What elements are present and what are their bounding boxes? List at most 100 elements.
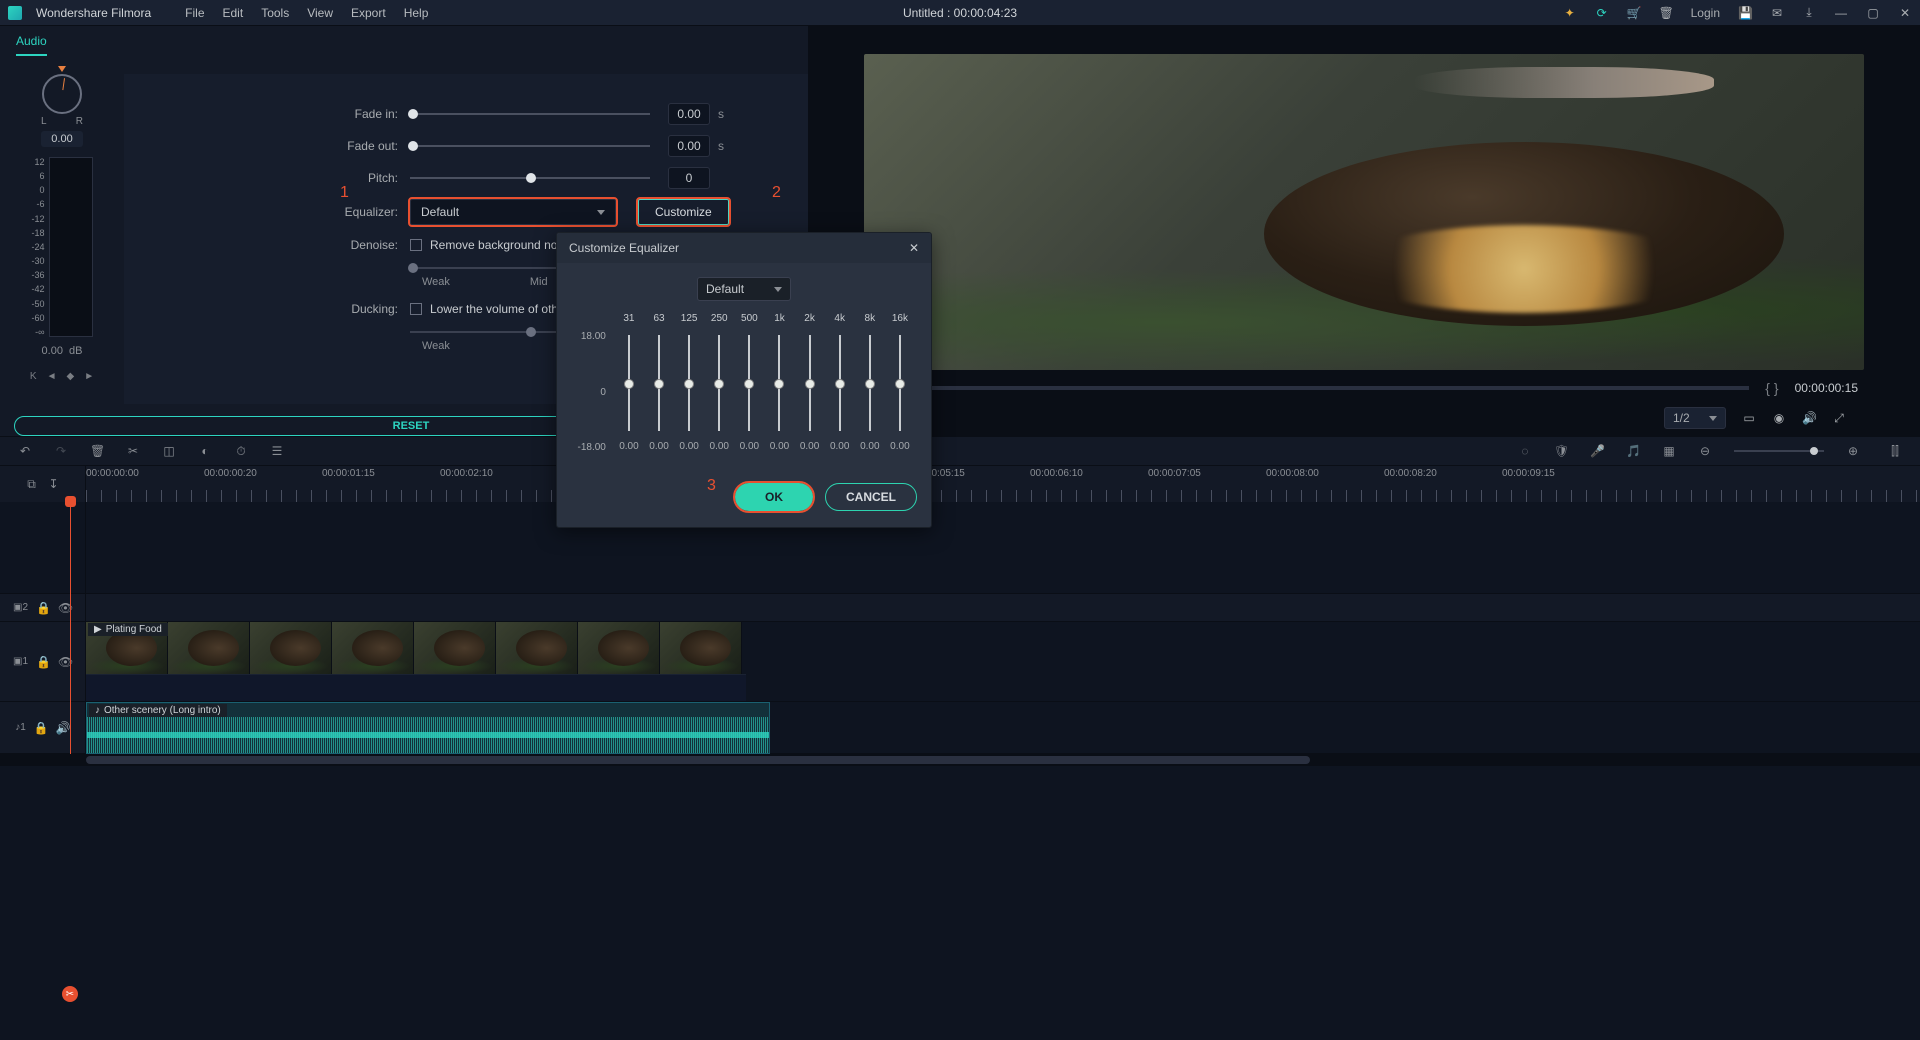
- eq-slider[interactable]: [899, 335, 901, 431]
- eq-grid: 18.00 0 -18.00 310.00 630.00 1250.00 250…: [573, 313, 915, 453]
- effects-icon[interactable]: ◐: [198, 444, 212, 458]
- eq-slider[interactable]: [809, 335, 811, 431]
- adjust-icon[interactable]: ☰: [270, 444, 284, 458]
- lock-icon[interactable]: 🔒: [34, 721, 48, 735]
- vu-bars: [49, 157, 93, 337]
- audio-track-body[interactable]: ♪Other scenery (Long intro): [86, 702, 1920, 753]
- menu-file[interactable]: File: [185, 6, 204, 20]
- eq-band-500: 5000.00: [734, 313, 764, 453]
- dialog-titlebar[interactable]: Customize Equalizer ✕: [557, 233, 931, 263]
- eq-band-16k: 16k0.00: [885, 313, 915, 453]
- menu-view[interactable]: View: [307, 6, 333, 20]
- track-video-head: ▣1 🔒 👁: [0, 622, 86, 701]
- fade-in-slider[interactable]: [410, 113, 650, 115]
- lock-icon[interactable]: 🔒: [36, 601, 50, 615]
- video-clip[interactable]: [86, 622, 746, 674]
- fade-out-slider[interactable]: [410, 145, 650, 147]
- split-icon[interactable]: ✂: [126, 444, 140, 458]
- fit-icon[interactable]: ⫿⫿: [1888, 444, 1902, 459]
- save-icon[interactable]: 💾: [1738, 6, 1752, 20]
- volume-knob[interactable]: [42, 74, 82, 114]
- login-link[interactable]: Login: [1691, 6, 1720, 20]
- fullscreen-icon[interactable]: ⤢: [1832, 411, 1846, 426]
- menu-edit[interactable]: Edit: [223, 6, 244, 20]
- ok-button[interactable]: OK: [735, 483, 813, 511]
- zoom-out-icon[interactable]: ⊖: [1698, 444, 1712, 458]
- preview-canvas[interactable]: [864, 54, 1864, 370]
- speed-combo[interactable]: 1/2: [1664, 407, 1726, 429]
- eq-slider[interactable]: [839, 335, 841, 431]
- track-video: ▣1 🔒 👁 ▶Plating Food: [0, 622, 1920, 702]
- display-icon[interactable]: ▭: [1742, 411, 1756, 425]
- cancel-button[interactable]: CANCEL: [825, 483, 917, 511]
- maximize-icon[interactable]: ▢: [1866, 6, 1880, 20]
- eq-slider[interactable]: [869, 335, 871, 431]
- undo-icon[interactable]: ↶: [18, 444, 32, 458]
- denoise-checkbox[interactable]: [410, 239, 422, 251]
- volume-icon[interactable]: 🔊: [1802, 411, 1816, 425]
- eq-slider[interactable]: [628, 335, 630, 431]
- horizontal-scrollbar[interactable]: [0, 754, 1920, 766]
- menu-tools[interactable]: Tools: [261, 6, 289, 20]
- video-subtrack[interactable]: [86, 674, 746, 701]
- paste-icon[interactable]: ↧: [47, 477, 61, 491]
- vu-scale: 1260-6-12-18-24-30-36-42-50-60-∞: [31, 157, 92, 337]
- fade-in-row: Fade in: 0.00 s: [124, 98, 772, 130]
- voiceover-icon[interactable]: 🎤: [1590, 444, 1604, 458]
- fade-in-value[interactable]: 0.00: [668, 103, 710, 125]
- render-icon[interactable]: ◌: [1518, 444, 1532, 458]
- eq-slider[interactable]: [658, 335, 660, 431]
- music-icon[interactable]: 🎵: [1626, 444, 1640, 458]
- overlay-icon[interactable]: ▦: [1662, 444, 1676, 458]
- tips-icon[interactable]: ✦: [1563, 6, 1577, 20]
- eq-slider[interactable]: [748, 335, 750, 431]
- speed-icon[interactable]: ⏱: [234, 444, 248, 459]
- scrubber[interactable]: [876, 386, 1749, 390]
- menu-export[interactable]: Export: [351, 6, 386, 20]
- tab-audio[interactable]: Audio: [16, 34, 47, 56]
- bracket-in-icon[interactable]: {: [1765, 380, 1770, 396]
- equalizer-dialog: Customize Equalizer ✕ Default 18.00 0 -1…: [556, 232, 932, 528]
- keyframe-nav[interactable]: K◄◆►: [30, 371, 94, 382]
- menu-help[interactable]: Help: [404, 6, 429, 20]
- chevron-down-icon: [774, 287, 782, 292]
- denoise-check-label: Remove background noise: [430, 238, 573, 252]
- redo-icon[interactable]: ↷: [54, 444, 68, 458]
- pitch-slider[interactable]: [410, 177, 650, 179]
- ruler-row: ⧉ ↧ 00:00:00:00 00:00:00:20 00:00:01:15 …: [0, 466, 1920, 502]
- audio-clip[interactable]: ♪Other scenery (Long intro): [86, 702, 770, 754]
- eq-slider[interactable]: [778, 335, 780, 431]
- equalizer-preset-dropdown[interactable]: Default: [410, 199, 616, 225]
- customize-button[interactable]: Customize: [638, 199, 729, 225]
- snapshot-icon[interactable]: ◉: [1772, 411, 1786, 425]
- equalizer-label: Equalizer:: [124, 205, 410, 219]
- time-ruler[interactable]: 00:00:00:00 00:00:00:20 00:00:01:15 00:0…: [86, 466, 1920, 502]
- eq-preset-dropdown[interactable]: Default: [697, 277, 791, 301]
- playhead[interactable]: ✂: [70, 502, 71, 754]
- eq-slider[interactable]: [688, 335, 690, 431]
- mail-icon[interactable]: ✉: [1770, 6, 1784, 20]
- trash-icon[interactable]: 🗑: [1659, 6, 1673, 20]
- marker-icon[interactable]: 🛡: [1554, 444, 1568, 458]
- speaker-icon[interactable]: 🔊: [56, 721, 70, 735]
- minimize-icon[interactable]: —: [1834, 6, 1848, 20]
- close-icon[interactable]: ✕: [1898, 6, 1912, 20]
- track-overlay: ▣2 🔒 👁: [0, 594, 1920, 622]
- ducking-checkbox[interactable]: [410, 303, 422, 315]
- bracket-out-icon[interactable]: }: [1774, 380, 1779, 396]
- dialog-close-icon[interactable]: ✕: [909, 241, 919, 255]
- delete-icon[interactable]: 🗑: [90, 444, 104, 458]
- fade-out-value[interactable]: 0.00: [668, 135, 710, 157]
- video-track-body[interactable]: ▶Plating Food: [86, 622, 1920, 701]
- zoom-slider[interactable]: [1734, 450, 1824, 452]
- pitch-value[interactable]: 0: [668, 167, 710, 189]
- lock-icon[interactable]: 🔒: [36, 655, 50, 669]
- eq-slider[interactable]: [718, 335, 720, 431]
- volume-meter-column: LR 0.00 1260-6-12-18-24-30-36-42-50-60-∞…: [0, 74, 124, 404]
- zoom-in-icon[interactable]: ⊕: [1846, 444, 1860, 458]
- download-icon[interactable]: ⤓: [1802, 5, 1816, 20]
- crop-icon[interactable]: ◫: [162, 444, 176, 458]
- copy-icon[interactable]: ⧉: [25, 477, 39, 492]
- update-icon[interactable]: ⟳: [1595, 6, 1609, 20]
- cart-icon[interactable]: 🛒: [1627, 6, 1641, 20]
